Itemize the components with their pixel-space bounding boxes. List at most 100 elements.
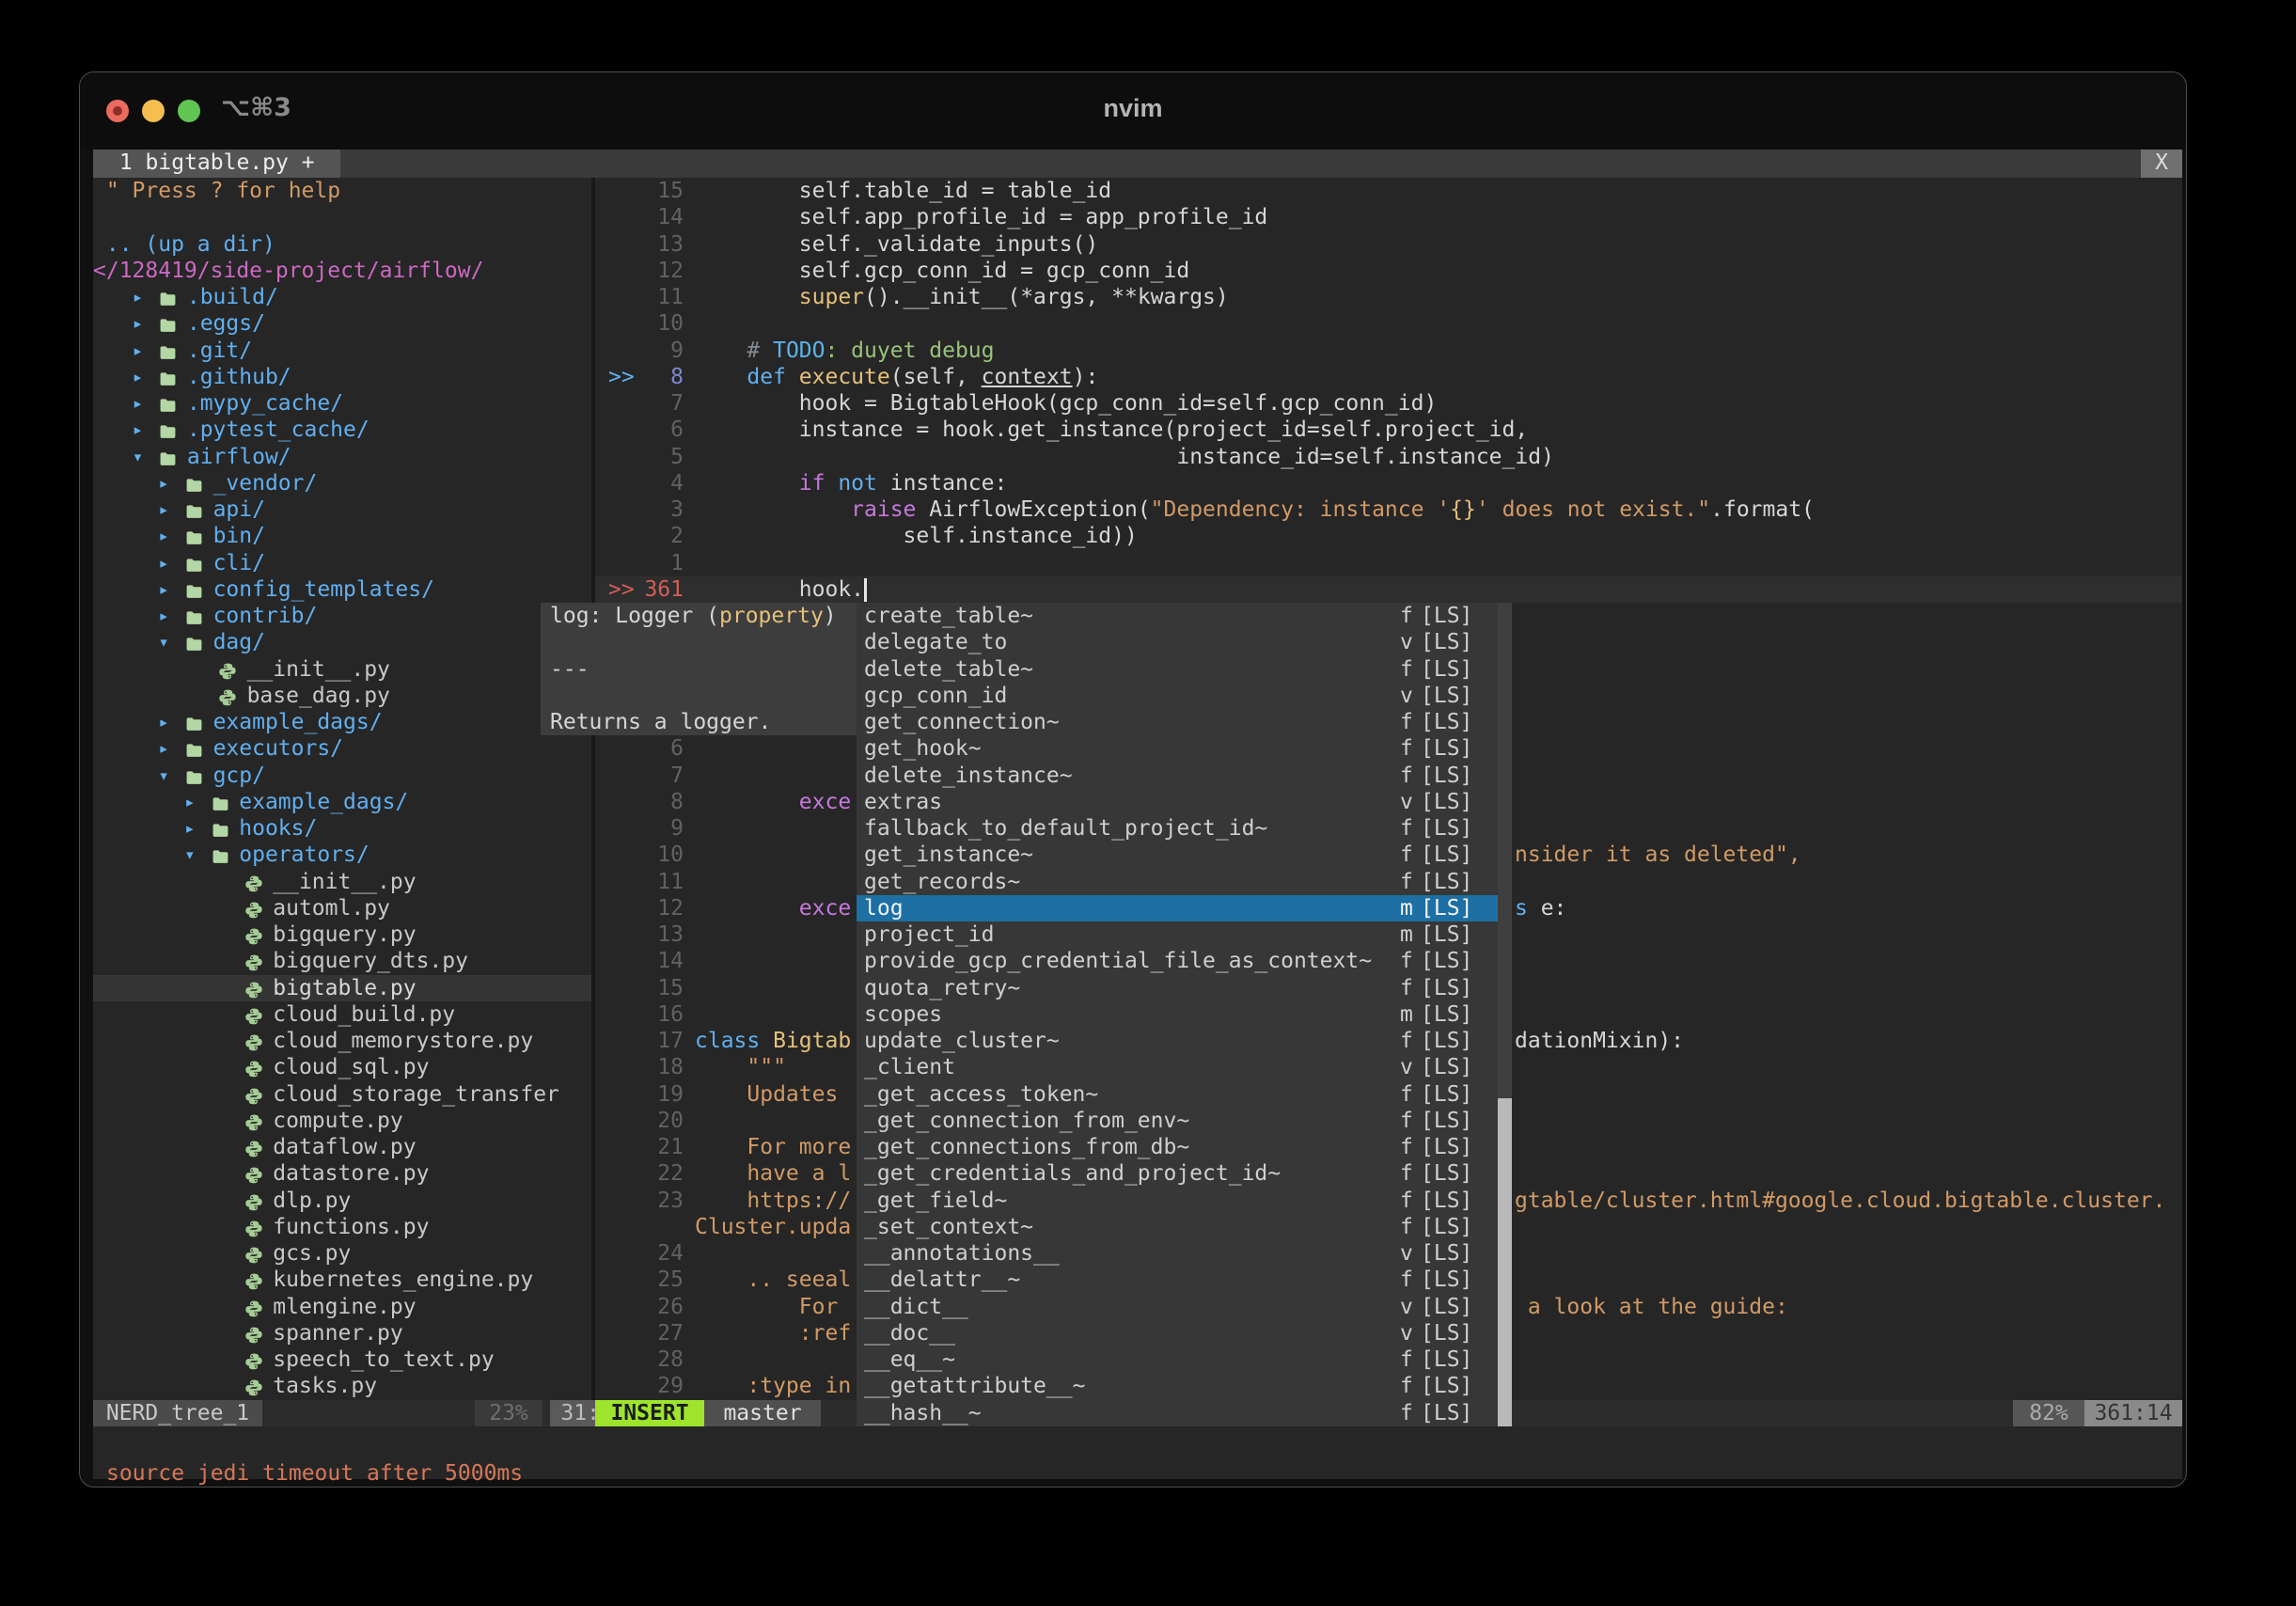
tree-dir-example_dags[interactable]: ▸ example_dags/	[93, 709, 591, 735]
tree-file-label[interactable]: dataflow.py	[273, 1134, 416, 1160]
chevron-right-icon[interactable]: ▸	[184, 789, 195, 815]
tree-file-speech_to_textpy[interactable]: speech_to_text.py	[93, 1346, 591, 1373]
completion-item-__doc__[interactable]: __doc__v[LS]	[857, 1320, 1498, 1346]
tree-file-label[interactable]: cloud_build.py	[273, 1001, 455, 1028]
completion-item-extras[interactable]: extrasv[LS]	[857, 789, 1498, 815]
tree-dir-label[interactable]: contrib/	[213, 603, 318, 629]
tree-file-label[interactable]: cloud_storage_transfer	[273, 1081, 559, 1108]
code-line[interactable]: 7 hook = BigtableHook(gcp_conn_id=self.g…	[595, 390, 2182, 417]
tree-file-cloud_sqlpy[interactable]: cloud_sql.py	[93, 1054, 591, 1080]
tree-dir-airflow[interactable]: ▾ airflow/	[93, 444, 591, 470]
popup-scrollbar[interactable]	[1498, 603, 1512, 1426]
tree-file-__init__py[interactable]: __init__.py	[93, 869, 591, 895]
tree-dir-contrib[interactable]: ▸ contrib/	[93, 603, 591, 629]
tree-dir-label[interactable]: _vendor/	[213, 470, 318, 496]
tree-dir-label[interactable]: .mypy_cache/	[187, 390, 343, 417]
completion-item-delete_instance[interactable]: delete_instance~f[LS]	[857, 763, 1498, 789]
tree-file-label[interactable]: speech_to_text.py	[273, 1346, 494, 1373]
code-line[interactable]: 2 self.instance_id))	[595, 523, 2182, 549]
tree-file-label[interactable]: tasks.py	[273, 1373, 377, 1399]
chevron-right-icon[interactable]: ▸	[158, 603, 168, 629]
tree-file-label[interactable]: bigquery.py	[273, 921, 416, 948]
completion-item-create_table[interactable]: create_table~f[LS]	[857, 603, 1498, 629]
code-line[interactable]: 9 # TODO: duyet debug	[595, 338, 2182, 364]
completion-item-scopes[interactable]: scopesm[LS]	[857, 1001, 1498, 1028]
tree-dir-pytest_cache[interactable]: ▸ .pytest_cache/	[93, 417, 591, 443]
completion-item-_client[interactable]: _clientv[LS]	[857, 1054, 1498, 1080]
tree-dir-mypy_cache[interactable]: ▸.mypy_cache/	[93, 390, 591, 417]
completion-item-_get_credentials_and_project_id[interactable]: _get_credentials_and_project_id~f[LS]	[857, 1160, 1498, 1187]
code-line[interactable]: 1	[595, 550, 2182, 576]
tree-file-label[interactable]: bigquery_dts.py	[273, 948, 468, 974]
tree-dir-example_dags[interactable]: ▸example_dags/	[93, 789, 591, 815]
tree-dir-bin[interactable]: ▸bin/	[93, 523, 591, 549]
tree-dir-label[interactable]: operators/	[239, 842, 369, 868]
chevron-right-icon[interactable]: ▸	[158, 709, 168, 735]
popup-scrollbar-thumb[interactable]	[1498, 1098, 1512, 1426]
tree-file-label[interactable]: cloud_sql.py	[273, 1054, 429, 1080]
chevron-right-icon[interactable]: ▸	[133, 284, 143, 310]
code-line[interactable]: >>361 hook.	[595, 576, 2182, 603]
tree-root-label[interactable]: </128419/side-project/airflow/	[93, 259, 483, 283]
code-line[interactable]: 14 self.app_profile_id = app_profile_id	[595, 204, 2182, 230]
code-line[interactable]: 12 self.gcp_conn_id = gcp_conn_id	[595, 258, 2182, 284]
tree-file-label[interactable]: __init__.py	[247, 656, 390, 683]
code-line[interactable]: 10	[595, 310, 2182, 337]
code-line[interactable]: 4 if not instance:	[595, 470, 2182, 496]
tree-file-bigquery_dtspy[interactable]: bigquery_dts.py	[93, 948, 591, 974]
tree-updir-label[interactable]: .. (up a dir)	[93, 232, 275, 257]
completion-item-__eq__[interactable]: __eq__~f[LS]	[857, 1346, 1498, 1373]
completion-item-quota_retry[interactable]: quota_retry~f[LS]	[857, 975, 1498, 1001]
completion-item-gcp_conn_id[interactable]: gcp_conn_idv[LS]	[857, 683, 1498, 709]
tree-file-cloud_buildpy[interactable]: cloud_build.py	[93, 1001, 591, 1028]
completion-item-delete_table[interactable]: delete_table~f[LS]	[857, 656, 1498, 683]
tree-dir-label[interactable]: .eggs/	[187, 310, 265, 337]
tab-bigtable-py[interactable]: 1 bigtable.py +	[93, 150, 340, 178]
completion-item-__delattr__[interactable]: __delattr__~f[LS]	[857, 1267, 1498, 1293]
tree-file-label[interactable]: compute.py	[273, 1108, 402, 1134]
tree-file-dlppy[interactable]: dlp.py	[93, 1188, 591, 1214]
tree-dir-label[interactable]: airflow/	[187, 444, 291, 470]
tree-dir-label[interactable]: config_templates/	[213, 576, 434, 603]
tree-file-bigquerypy[interactable]: bigquery.py	[93, 921, 591, 948]
tree-file-label[interactable]: base_dag.py	[247, 683, 390, 709]
chevron-right-icon[interactable]: ▸	[184, 815, 195, 842]
tree-file-mlenginepy[interactable]: mlengine.py	[93, 1294, 591, 1320]
chevron-right-icon[interactable]: ▸	[158, 550, 168, 576]
tree-file-base_dagpy[interactable]: base_dag.py	[93, 683, 591, 709]
chevron-right-icon[interactable]: ▸	[133, 417, 143, 443]
tree-file-dataflowpy[interactable]: dataflow.py	[93, 1134, 591, 1160]
chevron-right-icon[interactable]: ▸	[158, 496, 168, 523]
completion-item-_get_access_token[interactable]: _get_access_token~f[LS]	[857, 1081, 1498, 1108]
tree-dir-config_templates[interactable]: ▸config_templates/	[93, 576, 591, 603]
code-line[interactable]: 5 instance_id=self.instance_id)	[595, 444, 2182, 470]
code-line[interactable]: 15 self.table_id = table_id	[595, 178, 2182, 204]
completion-item-__dict__[interactable]: __dict__v[LS]	[857, 1294, 1498, 1320]
tree-dir-label[interactable]: example_dags/	[213, 709, 383, 735]
chevron-right-icon[interactable]: ▸	[158, 735, 168, 762]
tree-dir-label[interactable]: dag/	[213, 629, 265, 655]
completion-item-_set_context[interactable]: _set_context~f[LS]	[857, 1214, 1498, 1240]
code-line[interactable]: 3 raise AirflowException("Dependency: in…	[595, 496, 2182, 523]
tree-dir-build[interactable]: ▸.build/	[93, 284, 591, 310]
tree-dir-api[interactable]: ▸api/	[93, 496, 591, 523]
chevron-right-icon[interactable]: ▸	[158, 470, 168, 496]
tree-file-taskspy[interactable]: tasks.py	[93, 1373, 591, 1399]
chevron-down-icon[interactable]: ▾	[184, 842, 195, 868]
completion-item-_get_field[interactable]: _get_field~f[LS]	[857, 1188, 1498, 1214]
tree-dir-github[interactable]: ▸.github/	[93, 364, 591, 390]
tree-dir-label[interactable]: .git/	[187, 338, 252, 364]
tree-file-cloud_storage_transfer[interactable]: cloud_storage_transfer	[93, 1081, 591, 1108]
tree-file-label[interactable]: functions.py	[273, 1214, 429, 1240]
tree-file-label[interactable]: automl.py	[273, 895, 390, 921]
tree-dir-cli[interactable]: ▸ cli/	[93, 550, 591, 576]
tree-file-label[interactable]: mlengine.py	[273, 1294, 416, 1320]
code-line[interactable]: 11 super().__init__(*args, **kwargs)	[595, 284, 2182, 310]
tree-file-cloud_memorystorepy[interactable]: cloud_memorystore.py	[93, 1028, 591, 1054]
completion-item-get_hook[interactable]: get_hook~f[LS]	[857, 735, 1498, 762]
chevron-down-icon[interactable]: ▾	[133, 444, 143, 470]
tree-dir-label[interactable]: cli/	[213, 550, 265, 576]
tree-dir-label[interactable]: .pytest_cache/	[187, 417, 370, 443]
completion-item-delegate_to[interactable]: delegate_tov[LS]	[857, 629, 1498, 655]
tree-file-bigtablepy[interactable]: bigtable.py	[93, 975, 591, 1001]
